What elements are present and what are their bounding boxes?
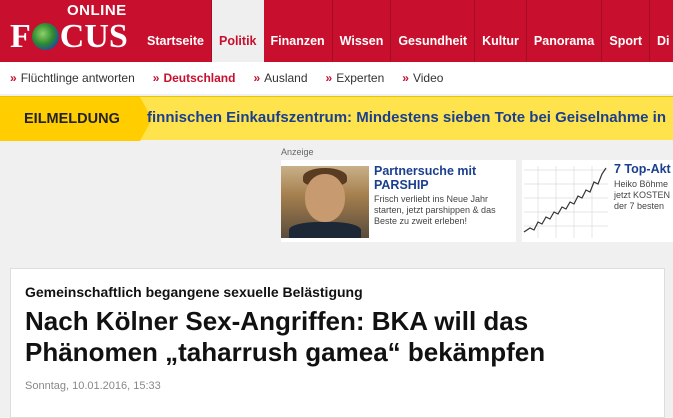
ad-title: Partnersuche mit PARSHIP bbox=[374, 164, 477, 192]
nav-item-wissen[interactable]: Wissen bbox=[333, 0, 392, 62]
nav-item-sport[interactable]: Sport bbox=[602, 0, 650, 62]
subnav-item-3[interactable]: » Experten bbox=[326, 71, 385, 85]
nav-item-politik[interactable]: Politik bbox=[211, 0, 264, 62]
ad-top-aktien[interactable]: 7 Top-Akt Heiko Böhme jetzt KOSTEN der 7… bbox=[522, 160, 673, 242]
focus-online-logo[interactable]: ONLINE F CUS bbox=[0, 0, 140, 62]
breaking-news-bar: EILMELDUNG finnischen Einkaufszentrum: M… bbox=[0, 96, 673, 141]
ad-parship[interactable]: Partnersuche mit PARSHIP Frisch verliebt… bbox=[281, 160, 516, 242]
subnav-label: Experten bbox=[336, 71, 385, 85]
logo-focus-text: F CUS bbox=[10, 18, 128, 55]
chevron-right-icon: » bbox=[325, 71, 333, 85]
subnav-label: Video bbox=[412, 71, 444, 85]
nav-item-startseite[interactable]: Startseite bbox=[140, 0, 212, 62]
stock-chart-image bbox=[522, 162, 610, 242]
chevron-right-icon: » bbox=[152, 71, 160, 85]
ad-text: Heiko Böhme jetzt KOSTEN der 7 besten bbox=[614, 179, 671, 211]
subnav-item-1[interactable]: » Deutschland bbox=[153, 71, 236, 85]
article-kicker: Gemeinschaftlich begangene sexuelle Belä… bbox=[25, 284, 363, 300]
ad-label: Anzeige bbox=[281, 147, 314, 157]
article-card: Gemeinschaftlich begangene sexuelle Belä… bbox=[10, 268, 665, 418]
breaking-news-ticker[interactable]: finnischen Einkaufszentrum: Mindestens s… bbox=[147, 109, 666, 126]
nav-item-panorama[interactable]: Panorama bbox=[527, 0, 603, 62]
top-bar: ONLINE F CUS Startseite Politik Finanzen Wis… bbox=[0, 0, 673, 62]
nav-item-finanzen[interactable]: Finanzen bbox=[264, 0, 333, 62]
chevron-right-icon: » bbox=[253, 71, 261, 85]
main-navigation: Startseite Politik Finanzen Wissen Gesundhei… bbox=[140, 0, 673, 62]
subnav-item-0[interactable]: » Flüchtlinge antworten bbox=[10, 71, 135, 85]
logo-online-text: ONLINE bbox=[67, 2, 127, 19]
article-headline[interactable]: Nach Kölner Sex-Angriffen: BKA will das … bbox=[25, 306, 650, 368]
chevron-right-icon: » bbox=[10, 71, 17, 85]
chevron-right-icon: » bbox=[402, 71, 409, 85]
article-date: Sonntag, 10.01.2016, 15:33 bbox=[25, 380, 161, 392]
ad-title: 7 Top-Akt bbox=[614, 162, 671, 176]
nav-item-gesundheit[interactable]: Gesundheit bbox=[391, 0, 476, 62]
ad-man-photo bbox=[281, 166, 369, 238]
sub-navigation: » Flüchtlinge antworten» Deutschland» Ausla… bbox=[0, 62, 673, 94]
nav-item-kultur[interactable]: Kultur bbox=[475, 0, 527, 62]
globe-icon bbox=[31, 23, 59, 50]
subnav-item-2[interactable]: » Ausland bbox=[253, 71, 307, 85]
subnav-item-4[interactable]: » Video bbox=[402, 71, 443, 85]
subnav-label: Ausland bbox=[264, 71, 308, 85]
ad-text: Frisch verliebt ins Neue Jahr starten, j… bbox=[374, 194, 496, 226]
nav-item-di[interactable]: Di bbox=[650, 0, 673, 62]
subnav-label: Deutschland bbox=[163, 71, 236, 85]
subnav-label: Flüchtlinge antworten bbox=[20, 71, 135, 85]
breaking-label: EILMELDUNG bbox=[0, 97, 152, 141]
